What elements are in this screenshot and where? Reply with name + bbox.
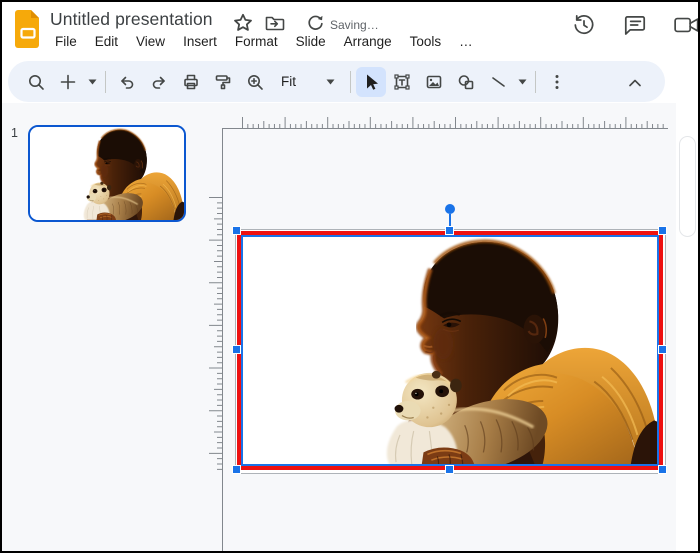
toolbar-pill: Fit bbox=[8, 61, 665, 102]
resize-handle-bottom-left[interactable] bbox=[232, 465, 241, 474]
print-button[interactable] bbox=[175, 67, 207, 97]
resize-handle-middle-right[interactable] bbox=[658, 345, 667, 354]
chevron-down-icon bbox=[88, 79, 96, 84]
new-slide-button[interactable] bbox=[52, 67, 84, 97]
image-tool-button[interactable] bbox=[418, 67, 450, 97]
resize-handle-middle-left[interactable] bbox=[232, 345, 241, 354]
camera-icon bbox=[674, 17, 698, 33]
app-window: Untitled presentation Saving… File Edit … bbox=[2, 2, 698, 551]
textbox-icon bbox=[394, 73, 410, 90]
history-icon bbox=[574, 15, 594, 35]
select-tool-button[interactable] bbox=[356, 66, 386, 97]
scrollbar-thumb[interactable] bbox=[679, 136, 696, 237]
zoom-fit-label: Fit bbox=[281, 74, 296, 89]
resize-handle-bottom-middle[interactable] bbox=[445, 465, 454, 474]
menu-item-format[interactable]: Format bbox=[226, 31, 287, 52]
undo-button[interactable] bbox=[111, 67, 143, 97]
resize-handle-bottom-right[interactable] bbox=[658, 465, 667, 474]
kebab-menu-icon bbox=[555, 74, 559, 89]
paint-format-button[interactable] bbox=[207, 67, 239, 97]
comments-button[interactable] bbox=[622, 12, 648, 38]
image-icon bbox=[426, 75, 442, 88]
resize-handle-top-left[interactable] bbox=[232, 226, 241, 235]
chevron-down-icon bbox=[326, 79, 335, 84]
undo-icon bbox=[121, 76, 134, 89]
menubar: File Edit View Insert Format Slide Arran… bbox=[46, 31, 482, 52]
meet-camera-button[interactable] bbox=[673, 12, 698, 38]
slide-photo bbox=[241, 235, 659, 466]
rotation-handle[interactable] bbox=[445, 204, 455, 214]
line-tool-caret[interactable] bbox=[514, 67, 530, 97]
menu-item-tools[interactable]: Tools bbox=[401, 31, 451, 52]
cursor-icon bbox=[367, 74, 378, 90]
zoom-in-icon bbox=[248, 74, 263, 90]
search-icon bbox=[29, 74, 44, 90]
chevron-down-icon bbox=[518, 79, 526, 84]
redo-button[interactable] bbox=[143, 67, 175, 97]
saving-status: Saving… bbox=[330, 18, 379, 32]
menu-item-arrange[interactable]: Arrange bbox=[335, 31, 401, 52]
resize-handle-top-right[interactable] bbox=[658, 226, 667, 235]
selected-image[interactable] bbox=[237, 231, 663, 470]
toolbar: Fit bbox=[2, 57, 698, 103]
slide-number: 1 bbox=[11, 126, 18, 140]
resize-handle-top-middle[interactable] bbox=[445, 226, 454, 235]
collapse-toolbar-button[interactable] bbox=[621, 68, 649, 96]
menu-item-file[interactable]: File bbox=[46, 31, 86, 52]
more-tools-button[interactable] bbox=[541, 67, 573, 97]
document-title[interactable]: Untitled presentation bbox=[50, 9, 213, 30]
app-header: Untitled presentation Saving… File Edit … bbox=[2, 2, 698, 57]
new-slide-caret[interactable] bbox=[84, 67, 100, 97]
comment-icon bbox=[624, 16, 646, 35]
toolbar-divider bbox=[535, 70, 536, 93]
menu-item-edit[interactable]: Edit bbox=[86, 31, 127, 52]
line-icon bbox=[492, 76, 505, 87]
zoom-fit-select[interactable]: Fit bbox=[271, 74, 345, 89]
search-menus-button[interactable] bbox=[20, 67, 52, 97]
line-tool-button[interactable] bbox=[482, 67, 514, 97]
slide-thumbnail[interactable] bbox=[28, 125, 186, 222]
textbox-tool-button[interactable] bbox=[386, 67, 418, 97]
thumbnail-photo bbox=[30, 127, 184, 220]
version-history-button[interactable] bbox=[571, 12, 597, 38]
menu-item-slide[interactable]: Slide bbox=[287, 31, 335, 52]
chevron-up-icon bbox=[629, 79, 641, 86]
shape-tool-button[interactable] bbox=[450, 67, 482, 97]
zoom-button[interactable] bbox=[239, 67, 271, 97]
shape-icon bbox=[458, 74, 474, 89]
menu-item-overflow[interactable]: … bbox=[450, 31, 482, 52]
paint-roller-icon bbox=[215, 74, 231, 89]
toolbar-divider bbox=[105, 70, 106, 93]
toolbar-divider bbox=[350, 70, 351, 93]
plus-icon bbox=[60, 74, 76, 89]
slides-logo-icon[interactable] bbox=[13, 9, 43, 49]
scrollbar-track bbox=[676, 101, 698, 551]
menu-item-insert[interactable]: Insert bbox=[174, 31, 226, 52]
screenshot-frame: Untitled presentation Saving… File Edit … bbox=[0, 0, 700, 553]
print-icon bbox=[184, 74, 198, 89]
menu-item-view[interactable]: View bbox=[127, 31, 174, 52]
redo-icon bbox=[152, 76, 165, 89]
